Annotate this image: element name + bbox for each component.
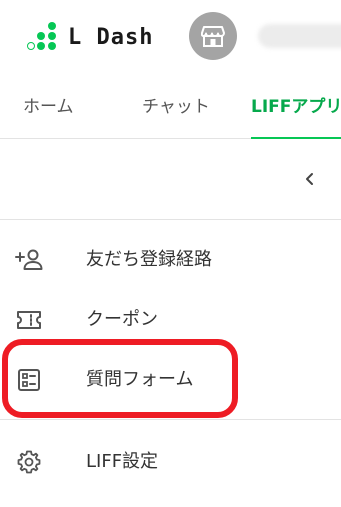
app-header: L Dash (0, 0, 341, 76)
menu-divider (0, 419, 341, 420)
sidebar-item-label: LIFF設定 (86, 451, 159, 472)
sidebar-item-question-form[interactable]: 質問フォーム (0, 350, 341, 410)
tab-home[interactable]: ホーム (23, 76, 74, 138)
sidebar-item-coupon[interactable]: クーポン (0, 290, 341, 350)
store-icon[interactable] (189, 12, 237, 60)
main-tabs: ホーム チャット LIFFアプリ (0, 76, 341, 139)
gear-icon (15, 448, 43, 476)
ldash-logo[interactable]: L Dash (26, 22, 153, 52)
person-add-icon (15, 246, 43, 274)
sidebar-collapse-row (0, 139, 341, 220)
sidebar-item-label: クーポン (86, 309, 158, 330)
sidebar-item-label: 友だち登録経路 (86, 249, 212, 270)
form-icon (15, 366, 43, 394)
tab-liff-apps[interactable]: LIFFアプリ (251, 76, 341, 138)
account-name-blurred[interactable] (258, 24, 341, 48)
ticket-icon (15, 306, 43, 334)
chevron-left-icon[interactable] (294, 163, 326, 195)
sidebar-item-liff-settings[interactable]: LIFF設定 (0, 432, 341, 492)
ldash-dots-logo-icon (26, 22, 62, 52)
sidebar-item-label: 質問フォーム (86, 369, 194, 390)
sidebar-item-friend-registration-route[interactable]: 友だち登録経路 (0, 230, 341, 290)
logo-text: L Dash (68, 24, 154, 50)
tab-chat[interactable]: チャット (142, 76, 210, 138)
